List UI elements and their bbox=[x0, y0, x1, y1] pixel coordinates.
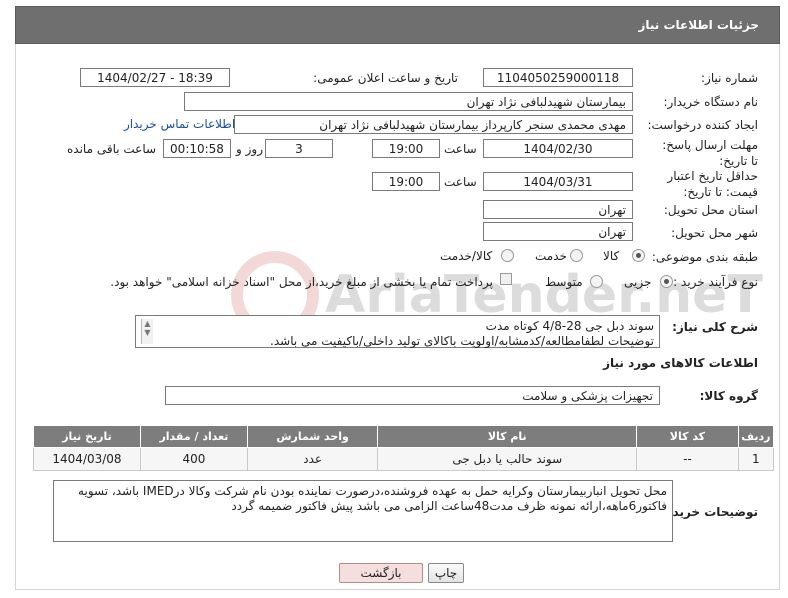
category-option-both: کالا/خدمت bbox=[440, 249, 493, 263]
table-row: 1 -- سوند حالب یا دبل جی عدد 400 1404/03… bbox=[33, 447, 775, 471]
col-code: کد کالا bbox=[636, 425, 739, 448]
cell-code: -- bbox=[636, 447, 739, 471]
items-table: ردیف کد کالا نام کالا واحد شمارش تعداد /… bbox=[33, 425, 775, 471]
payment-note: پرداخت تمام یا بخشی از مبلغ خرید،از محل … bbox=[110, 275, 493, 289]
deadline-label: مهلت ارسال پاسخ: تا تاریخ: bbox=[662, 138, 758, 168]
deadline-date-field: 1404/02/30 bbox=[483, 139, 633, 158]
summary-line-1: سوند دبل جی 28-4/8 کوتاه مدت bbox=[485, 319, 654, 333]
col-date: تاریخ نیاز bbox=[33, 425, 141, 448]
page-title: جزئیات اطلاعات نیاز bbox=[638, 18, 759, 32]
days-field: 3 bbox=[265, 139, 333, 158]
panel-header: جزئیات اطلاعات نیاز bbox=[15, 6, 780, 44]
back-button[interactable]: بازگشت bbox=[339, 563, 423, 583]
col-row: ردیف bbox=[737, 425, 775, 448]
summary-textarea[interactable]: سوند دبل جی 28-4/8 کوتاه مدت توضیحات لطف… bbox=[135, 315, 660, 348]
category-radio-service[interactable] bbox=[570, 249, 583, 262]
process-option-minor: جزیی bbox=[624, 275, 652, 289]
cell-unit: عدد bbox=[246, 447, 379, 471]
buyer-notes-line-2: فاکتور6ماهه،ارائه نمونه ظرف مدت48ساعت ال… bbox=[231, 499, 667, 513]
col-name: نام کالا bbox=[377, 425, 638, 448]
announce-field: 1404/02/27 - 18:39 bbox=[80, 68, 230, 87]
buyer-label: نام دستگاه خریدار: bbox=[663, 95, 759, 109]
process-radio-minor[interactable] bbox=[660, 275, 673, 288]
need-number-field: 1104050259000118 bbox=[483, 68, 633, 87]
buyer-field: بیمارستان شهیدلبافی نژاد تهران bbox=[184, 92, 633, 111]
creator-label: ایجاد کننده درخواست: bbox=[647, 118, 758, 132]
contact-buyer-link[interactable]: اطلاعات تماس خریدار bbox=[124, 117, 235, 131]
province-field: تهران bbox=[483, 200, 633, 219]
items-table-header: ردیف کد کالا نام کالا واحد شمارش تعداد /… bbox=[33, 425, 775, 448]
city-field: تهران bbox=[483, 222, 633, 241]
buyer-notes-line-1: محل تحویل انباربیمارستان وکرایه حمل به ع… bbox=[78, 484, 667, 498]
category-option-service: خدمت bbox=[535, 249, 567, 263]
cell-qty: 400 bbox=[139, 447, 248, 471]
cell-row: 1 bbox=[737, 447, 775, 471]
remaining-label: ساعت باقی مانده bbox=[67, 142, 157, 156]
remaining-time-field: 00:10:58 bbox=[163, 139, 231, 158]
category-radio-both[interactable] bbox=[501, 249, 514, 262]
validity-label: حداقل تاریخ اعتبار قیمت: تا تاریخ: bbox=[667, 169, 758, 199]
summary-scrollbar[interactable]: ▲ ▼ bbox=[141, 319, 153, 344]
summary-line-2: توضیحات لطفامطالعه/کدمشابه/اولویت باکالا… bbox=[270, 334, 654, 348]
need-number-label: شماره نیاز: bbox=[701, 71, 758, 85]
validity-date-field: 1404/03/31 bbox=[483, 172, 633, 191]
print-button[interactable]: چاپ bbox=[428, 563, 464, 583]
process-option-medium: متوسط bbox=[545, 275, 583, 289]
process-radio-medium[interactable] bbox=[590, 275, 603, 288]
treasury-checkbox[interactable] bbox=[500, 273, 512, 285]
city-label: شهر محل تحویل: bbox=[671, 226, 758, 240]
validity-time-label: ساعت bbox=[444, 175, 477, 189]
goods-group-label: گروه کالا: bbox=[699, 389, 758, 403]
creator-field: مهدی محمدی سنجر کارپرداز بیمارستان شهیدل… bbox=[234, 115, 633, 134]
cell-date: 1404/03/08 bbox=[33, 447, 141, 471]
col-qty: تعداد / مقدار bbox=[139, 425, 248, 448]
summary-label: شرح کلی نیاز: bbox=[672, 320, 758, 334]
category-option-goods: کالا bbox=[603, 249, 620, 263]
category-label: طبقه بندی موضوعی: bbox=[651, 250, 758, 264]
cell-name: سوند حالب یا دبل جی bbox=[377, 447, 638, 471]
col-unit: واحد شمارش bbox=[246, 425, 379, 448]
deadline-time-label: ساعت bbox=[444, 142, 477, 156]
goods-info-title: اطلاعات کالاهای مورد نیاز bbox=[603, 356, 758, 370]
buyer-notes-textarea[interactable]: محل تحویل انباربیمارستان وکرایه حمل به ع… bbox=[53, 480, 673, 542]
validity-time-field: 19:00 bbox=[372, 172, 440, 191]
days-label: روز و bbox=[236, 142, 263, 156]
goods-group-field: تجهیزات پزشکی و سلامت bbox=[165, 386, 660, 405]
category-radio-goods[interactable] bbox=[632, 249, 645, 262]
process-label: نوع فرآیند خرید : bbox=[673, 275, 758, 289]
province-label: استان محل تحویل: bbox=[663, 203, 758, 217]
deadline-time-field: 19:00 bbox=[372, 139, 440, 158]
announce-label: تاریخ و ساعت اعلان عمومی: bbox=[313, 71, 458, 85]
